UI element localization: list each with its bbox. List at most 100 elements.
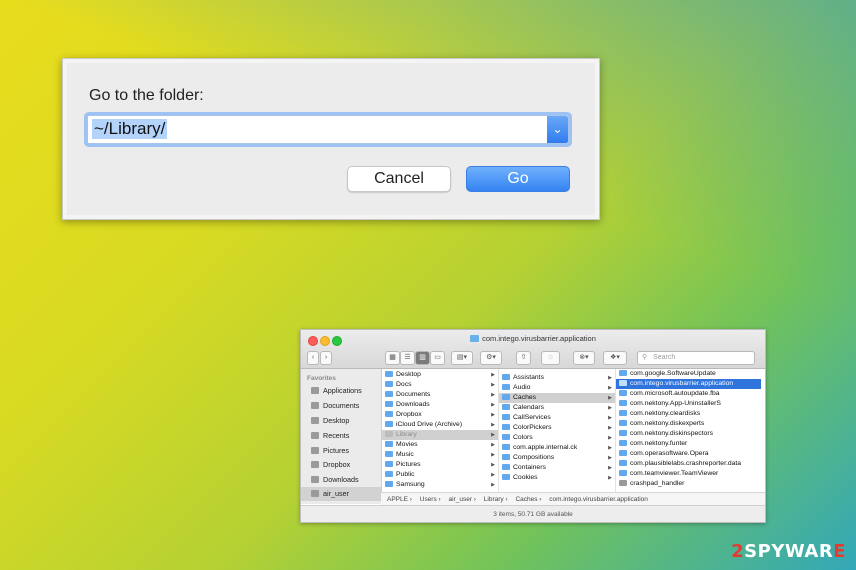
sidebar-item-air-user[interactable]: air_user	[301, 487, 381, 501]
list-item[interactable]: Documents ▶	[382, 390, 498, 400]
icon-view-button[interactable]: ▦	[385, 351, 400, 365]
path-segment[interactable]: air_user	[449, 496, 472, 503]
folder-icon	[502, 374, 510, 380]
folder-icon	[619, 420, 627, 426]
sidebar-item-documents[interactable]: Documents	[301, 399, 381, 413]
folder-icon	[385, 461, 393, 467]
tag-icon[interactable]: ◌	[541, 351, 560, 365]
folder-icon	[502, 474, 510, 480]
folder-icon	[619, 380, 627, 386]
group-by-button[interactable]: ▤▾	[451, 351, 473, 365]
applications-icon	[311, 387, 319, 394]
path-segment[interactable]: Users	[420, 496, 437, 503]
gear-icon[interactable]: ⚙▾	[480, 351, 502, 365]
folder-icon	[619, 390, 627, 396]
sidebar-item-dropbox[interactable]: Dropbox	[301, 458, 381, 472]
list-item[interactable]: CallServices ▶	[499, 413, 615, 423]
list-item[interactable]: Movies ▶	[382, 440, 498, 450]
folder-icon	[502, 404, 510, 410]
status-bar: 3 items, 50.71 GB available	[301, 505, 765, 522]
folder-icon	[502, 384, 510, 390]
list-item-selected[interactable]: Caches ▶	[499, 393, 615, 403]
folder-icon	[619, 460, 627, 466]
folder-icon	[385, 401, 393, 407]
folder-icon	[385, 451, 393, 457]
folder-icon	[385, 481, 393, 487]
sidebar-item-downloads[interactable]: Downloads	[301, 473, 381, 487]
folder-icon	[502, 454, 510, 460]
desktop-icon	[311, 417, 319, 424]
forward-button[interactable]: ›	[320, 351, 332, 365]
list-item-selected[interactable]: Library ▶	[382, 430, 498, 440]
list-item[interactable]: iCloud Drive (Archive) ▶	[382, 420, 498, 430]
folder-icon	[502, 434, 510, 440]
sidebar-item-desktop[interactable]: Desktop	[301, 414, 381, 428]
folder-icon	[619, 370, 627, 376]
list-item[interactable]: Pictures ▶	[382, 460, 498, 470]
folder-icon	[619, 400, 627, 406]
path-history-dropdown-button[interactable]: ⌄	[547, 116, 568, 143]
folder-icon	[619, 450, 627, 456]
list-item[interactable]: com.nektony.funter	[616, 439, 761, 449]
folder-icon	[619, 430, 627, 436]
list-item[interactable]: Samsung ▶	[382, 480, 498, 490]
folder-icon	[502, 424, 510, 430]
list-item[interactable]: Cookies ▶	[499, 473, 615, 483]
list-item[interactable]: Desktop ▶	[382, 370, 498, 380]
folder-path-value[interactable]: ~/Library/	[92, 119, 168, 139]
list-item[interactable]: Audio ▶	[499, 383, 615, 393]
search-input[interactable]: ⚲ Search	[637, 351, 755, 365]
view-options-button[interactable]: ⊗▾	[573, 351, 595, 365]
folder-icon	[385, 371, 393, 377]
list-view-button[interactable]: ☰	[400, 351, 415, 365]
dropbox-icon	[311, 461, 319, 468]
list-item[interactable]: ColorPickers ▶	[499, 423, 615, 433]
list-item[interactable]: Downloads ▶	[382, 400, 498, 410]
list-item[interactable]: Colors ▶	[499, 433, 615, 443]
cancel-button[interactable]: Cancel	[347, 166, 451, 192]
list-item[interactable]: com.nektony.diskinspectors	[616, 429, 761, 439]
list-item[interactable]: Dropbox ▶	[382, 410, 498, 420]
list-item[interactable]: com.plausiblelabs.crashreporter.data	[616, 459, 761, 469]
sidebar-item-pictures[interactable]: Pictures	[301, 444, 381, 458]
sidebar-item-applications[interactable]: Applications	[301, 384, 381, 398]
list-item[interactable]: com.nektony.diskexperts	[616, 419, 761, 429]
go-button[interactable]: Go	[466, 166, 570, 192]
folder-icon	[619, 410, 627, 416]
list-item[interactable]: com.microsoft.autoupdate.fba	[616, 389, 761, 399]
list-item-selected[interactable]: com.intego.virusbarrier.application	[616, 379, 761, 389]
list-item[interactable]: com.operasoftware.Opera	[616, 449, 761, 459]
list-item[interactable]: com.teamviewer.TeamViewer	[616, 469, 761, 479]
dialog-label: Go to the folder:	[89, 87, 204, 104]
folder-icon	[502, 414, 510, 420]
path-segment[interactable]: com.intego.virusbarrier.application	[549, 496, 648, 503]
list-item[interactable]: Music ▶	[382, 450, 498, 460]
list-item[interactable]: Docs ▶	[382, 380, 498, 390]
path-segment[interactable]: Caches	[515, 496, 537, 503]
share-icon[interactable]: ⇧	[516, 351, 531, 365]
sidebar-heading: Favorites	[307, 375, 336, 382]
sidebar-item-recents[interactable]: Recents	[301, 429, 381, 443]
dropbox-icon[interactable]: ❖▾	[603, 351, 627, 365]
list-item[interactable]: com.google.SoftwareUpdate	[616, 369, 761, 379]
back-button[interactable]: ‹	[307, 351, 319, 365]
list-item[interactable]: com.nektony.App-UninstallerS	[616, 399, 761, 409]
watermark-logo: 2SPYWARE	[731, 541, 846, 562]
column-view-button[interactable]: ▥	[415, 351, 430, 365]
list-item[interactable]: com.nektony.cleardisks	[616, 409, 761, 419]
list-item[interactable]: crashpad_handler	[616, 479, 761, 489]
finder-titlebar: com.intego.virusbarrier.application ‹ › …	[301, 330, 765, 369]
gallery-view-button[interactable]: ▭	[430, 351, 445, 365]
list-item[interactable]: Containers ▶	[499, 463, 615, 473]
path-segment[interactable]: Library	[484, 496, 504, 503]
finder-window: com.intego.virusbarrier.application ‹ › …	[300, 329, 766, 523]
list-item[interactable]: Calendars ▶	[499, 403, 615, 413]
list-item[interactable]: Compositions ▶	[499, 453, 615, 463]
folder-path-input[interactable]: ~/Library/ ⌄	[87, 115, 569, 144]
list-item[interactable]: Public ▶	[382, 470, 498, 480]
list-item[interactable]: Assistants ▶	[499, 373, 615, 383]
path-segment[interactable]: APPLE	[387, 496, 408, 503]
list-item[interactable]: com.apple.internal.ck ▶	[499, 443, 615, 453]
pictures-icon	[311, 447, 319, 454]
folder-icon	[385, 431, 393, 437]
